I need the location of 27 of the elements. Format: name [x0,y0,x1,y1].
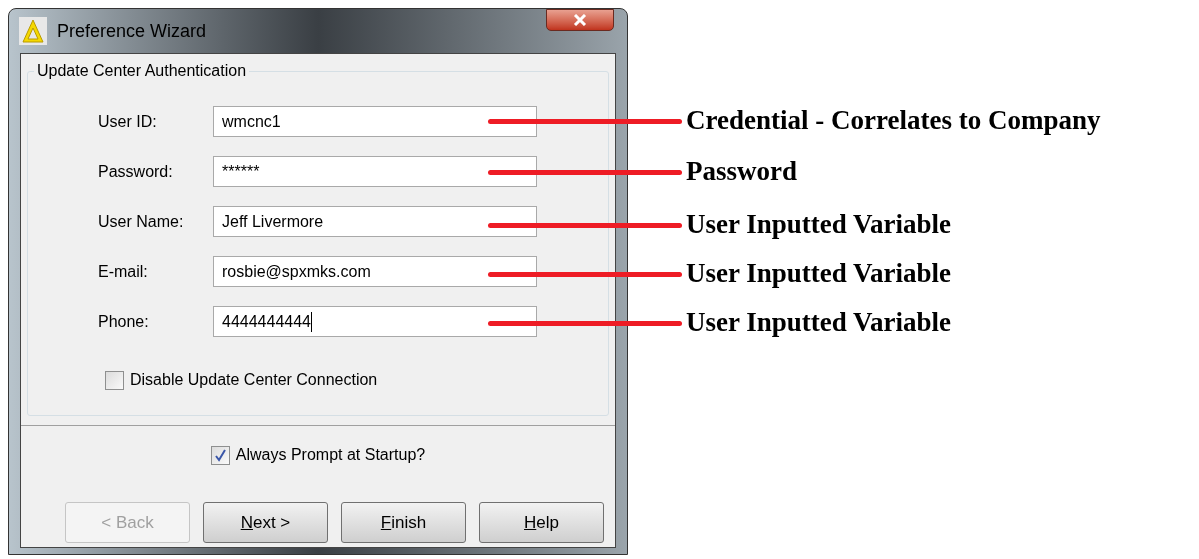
annotation-label: Password [686,155,797,187]
checkbox[interactable] [105,370,124,390]
field-label: User ID: [98,111,158,132]
app-logo-icon [19,17,47,45]
field-label: Password: [98,161,174,182]
field-label: E-mail: [98,261,149,282]
checkbox-label: Disable Update Center Connection [130,370,378,390]
annotation-label: Credential - Correlates to Company [686,104,1101,136]
input-field[interactable]: Jeff Livermore [213,206,537,237]
wizard-button[interactable]: Finish [341,502,466,543]
close-button[interactable] [546,9,614,31]
checkbox[interactable] [210,445,230,465]
annotation-label: User Inputted Variable [686,208,952,240]
field-label: Phone: [98,311,150,332]
annotation-label: User Inputted Variable [686,257,952,289]
input-field[interactable]: rosbie@spxmks.com [213,256,537,287]
group-title: Update Center Authentication [34,61,250,81]
wizard-button[interactable]: Next > [203,502,328,543]
input-field[interactable]: 4444444444 [213,306,537,337]
annotation-label: User Inputted Variable [686,306,952,338]
wizard-button[interactable]: Help [479,502,604,543]
input-field[interactable]: ****** [213,156,537,187]
window-title: Preference Wizard [57,19,207,43]
input-field[interactable]: wmcnc1 [213,106,537,137]
field-label: User Name: [98,211,185,232]
checkbox-label: Always Prompt at Startup? [235,445,426,465]
close-icon [573,14,587,26]
